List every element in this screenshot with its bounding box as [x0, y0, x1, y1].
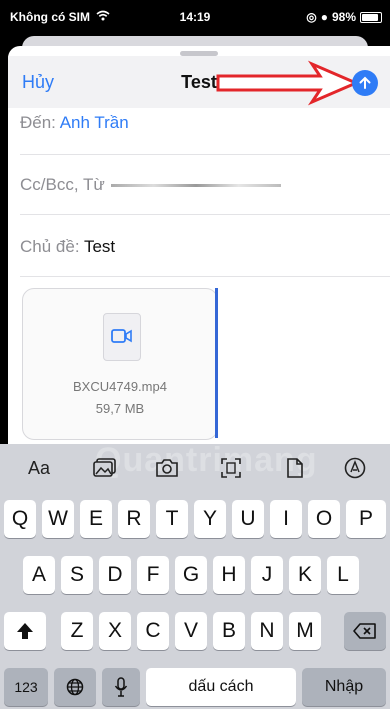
key-l[interactable]: L [327, 556, 359, 594]
video-attachment[interactable]: BXCU4749.mp4 59,7 MB [22, 288, 218, 440]
keyboard: Quantrimang Aa Q W E R T Y U I O P A S D… [0, 441, 390, 709]
numbers-key[interactable]: 123 [4, 668, 48, 706]
key-f[interactable]: F [137, 556, 169, 594]
scan-document-icon[interactable] [216, 454, 246, 482]
key-t[interactable]: T [156, 500, 188, 538]
subject-label: Chủ đề: [20, 237, 80, 256]
keyboard-toolbar: Quantrimang Aa [0, 441, 390, 490]
battery-percent: 98% [331, 10, 356, 24]
key-s[interactable]: S [61, 556, 93, 594]
rotation-lock-icon: ◎ [306, 10, 317, 24]
key-m[interactable]: M [289, 612, 321, 650]
compose-header: Hủy Test [8, 56, 390, 108]
redacted-sender [110, 184, 281, 188]
key-c[interactable]: C [137, 612, 169, 650]
space-bar[interactable]: dấu cách [146, 668, 296, 706]
cc-bcc-field[interactable]: Cc/Bcc, Từ [20, 156, 390, 215]
key-u[interactable]: U [232, 500, 264, 538]
cc-bcc-label: Cc/Bcc, Từ [20, 175, 105, 194]
attachment-size: 59,7 MB [95, 401, 145, 416]
key-n[interactable]: N [251, 612, 283, 650]
microphone-icon [114, 677, 128, 697]
text-format-button[interactable]: Aa [24, 454, 54, 482]
key-q[interactable]: Q [4, 500, 36, 538]
subject-value[interactable]: Test [84, 237, 115, 256]
key-p[interactable]: P [346, 500, 386, 538]
return-key[interactable]: Nhập [302, 668, 386, 706]
battery-icon [360, 11, 382, 23]
key-y[interactable]: Y [194, 500, 226, 538]
key-z[interactable]: Z [61, 612, 93, 650]
key-v[interactable]: V [175, 612, 207, 650]
arrow-up-icon [359, 76, 371, 89]
shift-key[interactable] [4, 612, 46, 650]
key-i[interactable]: I [270, 500, 302, 538]
attachment-name: BXCU4749.mp4 [73, 379, 167, 394]
photo-library-icon[interactable] [90, 454, 120, 482]
video-file-icon [103, 313, 141, 361]
key-a[interactable]: A [23, 556, 55, 594]
markup-pen-icon[interactable] [340, 454, 370, 482]
to-field[interactable]: Đến: Anh Trần [20, 108, 390, 155]
shift-arrow-icon [17, 623, 33, 639]
key-b[interactable]: B [213, 612, 245, 650]
status-bar: Không có SIM 14:19 ◎ ● 98% [0, 0, 390, 34]
key-w[interactable]: W [42, 500, 74, 538]
key-x[interactable]: X [99, 612, 131, 650]
delete-key[interactable] [344, 612, 386, 650]
status-right: ◎ ● 98% [306, 10, 382, 24]
key-h[interactable]: H [213, 556, 245, 594]
key-o[interactable]: O [308, 500, 340, 538]
backspace-icon [353, 623, 376, 639]
globe-key[interactable] [54, 668, 96, 706]
key-g[interactable]: G [175, 556, 207, 594]
key-j[interactable]: J [251, 556, 283, 594]
key-e[interactable]: E [80, 500, 112, 538]
compose-sheet: Hủy Test Đến: Anh Trần Cc/Bcc, Từ Chủ đề… [8, 46, 390, 444]
camera-icon[interactable] [152, 454, 182, 482]
subject-field[interactable]: Chủ đề: Test [20, 216, 390, 277]
to-label: Đến: [20, 113, 56, 132]
key-r[interactable]: R [118, 500, 150, 538]
red-arrow-annotation-icon [216, 60, 360, 106]
to-recipient[interactable]: Anh Trần [60, 113, 129, 132]
globe-icon [66, 678, 84, 696]
document-icon[interactable] [280, 454, 310, 482]
key-d[interactable]: D [99, 556, 131, 594]
dictation-key[interactable] [102, 668, 140, 706]
sheet-grabber[interactable] [180, 51, 218, 56]
alarm-icon: ● [320, 10, 328, 24]
text-cursor [215, 288, 218, 438]
send-button[interactable] [352, 70, 378, 96]
key-k[interactable]: K [289, 556, 321, 594]
